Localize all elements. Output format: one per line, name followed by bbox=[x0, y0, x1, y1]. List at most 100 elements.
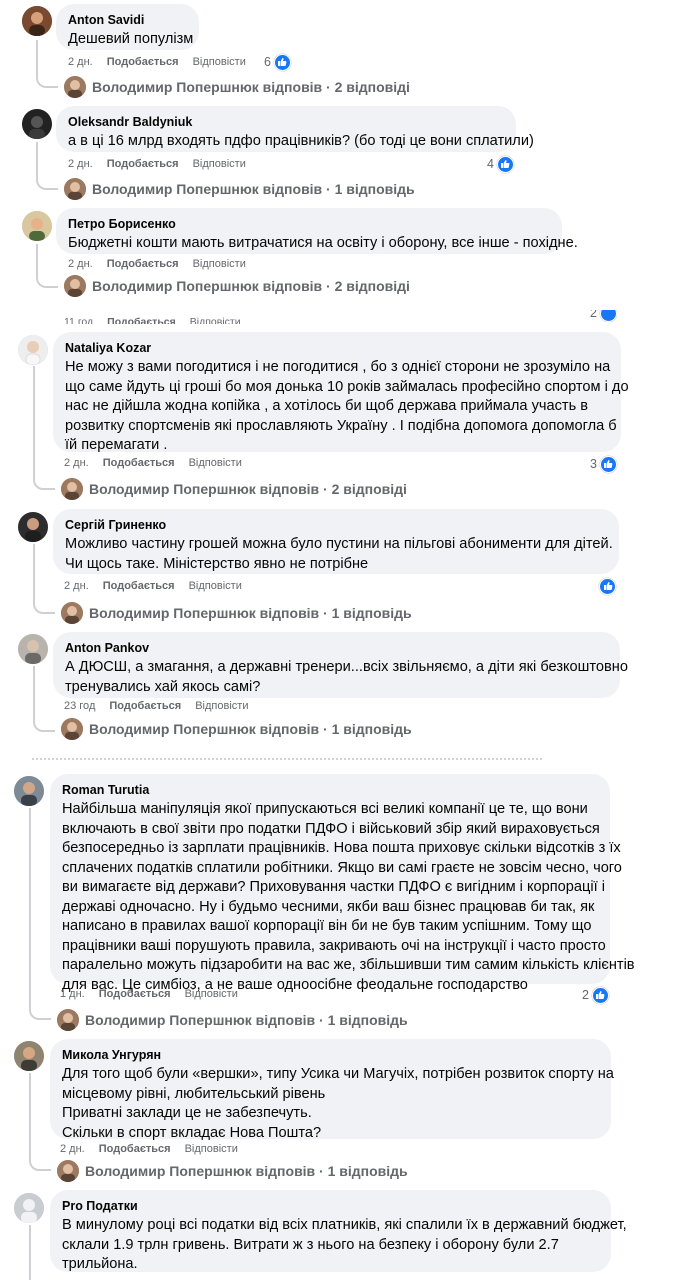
comment-line: включають в свої звіти про податки ПДФО … bbox=[62, 820, 600, 837]
reply-button[interactable]: Відповісти bbox=[185, 988, 238, 1000]
reaction-count[interactable] bbox=[599, 577, 616, 595]
comment-actions: 1 дн. Подобається Відповісти bbox=[60, 986, 252, 1002]
comment-bubble: Anton Pankov А ДЮСШ, а змагання, а держа… bbox=[53, 632, 628, 698]
avatar[interactable] bbox=[22, 6, 52, 36]
view-replies-link[interactable]: Володимир Попершнюк відповів · 2 відпові… bbox=[61, 478, 407, 500]
avatar[interactable] bbox=[18, 634, 48, 664]
section-divider bbox=[32, 752, 542, 762]
view-replies-label: Володимир Попершнюк відповів · 2 відпові… bbox=[92, 79, 410, 95]
reply-button[interactable]: Відповісти bbox=[193, 56, 246, 68]
comment-time[interactable]: 2 дн. bbox=[64, 457, 89, 469]
reaction-count[interactable]: 6 bbox=[264, 53, 291, 71]
profile-photo-icon bbox=[22, 109, 52, 139]
comment-time[interactable]: 2 дн. bbox=[64, 580, 89, 592]
avatar[interactable] bbox=[22, 211, 52, 241]
comment-line: а в ці 16 млрд входять пдфо працівників?… bbox=[68, 133, 534, 149]
view-replies-link[interactable]: Володимир Попершнюк відповів · 1 відпові… bbox=[57, 1009, 408, 1031]
replier-avatar bbox=[57, 1160, 79, 1182]
reply-button[interactable]: Відповісти bbox=[189, 457, 242, 469]
view-replies-label: Володимир Попершнюк відповів · 1 відпові… bbox=[89, 721, 412, 737]
comment-line: безпосередньо із зарплати працівників. Н… bbox=[62, 840, 621, 856]
thread-connector bbox=[36, 40, 58, 88]
reply-button[interactable]: Відповісти bbox=[185, 1143, 238, 1155]
avatar[interactable] bbox=[14, 776, 44, 806]
comment-time[interactable]: 2 дн. bbox=[68, 56, 93, 68]
avatar[interactable] bbox=[14, 1041, 44, 1071]
comment-line: Не можу з вами погодитися і не погодитис… bbox=[65, 359, 611, 375]
reply-button[interactable]: Відповісти bbox=[190, 316, 241, 324]
like-button[interactable]: Подобається bbox=[99, 988, 171, 1000]
view-replies-label: Володимир Попершнюк відповів · 1 відпові… bbox=[92, 181, 415, 197]
thread-connector bbox=[36, 244, 58, 288]
comment-bubble: Oleksandr Baldyniuk а в ці 16 млрд входя… bbox=[56, 106, 534, 152]
reply-button[interactable]: Відповісти bbox=[193, 258, 246, 270]
view-replies-label: Володимир Попершнюк відповів · 1 відпові… bbox=[85, 1163, 408, 1179]
reaction-count[interactable]: 4 bbox=[487, 155, 514, 173]
reply-button[interactable]: Відповісти bbox=[193, 158, 246, 170]
comment-bubble: Anton Savidi Дешевий популізм bbox=[56, 4, 199, 50]
like-button[interactable]: Подобається bbox=[107, 158, 179, 170]
comment-line: їй перемагати . bbox=[65, 437, 168, 453]
reaction-number: 2 bbox=[582, 988, 589, 1002]
avatar[interactable] bbox=[14, 1193, 44, 1223]
comment-author[interactable]: Roman Turutia bbox=[62, 782, 598, 798]
comment-author[interactable]: Anton Savidi bbox=[68, 12, 187, 28]
replier-avatar bbox=[64, 76, 86, 98]
view-replies-link[interactable]: Володимир Попершнюк відповів · 1 відпові… bbox=[61, 602, 412, 624]
comment-author[interactable]: Nataliya Kozar bbox=[65, 340, 609, 356]
comment-actions: 23 год Подобається Відповісти bbox=[64, 698, 262, 714]
comment-line: Найбільша маніпуляція якої припускаються… bbox=[62, 801, 588, 817]
like-button[interactable]: Подобається bbox=[109, 700, 181, 712]
reaction-count[interactable]: 3 bbox=[590, 455, 617, 473]
comment-time[interactable]: 2 дн. bbox=[68, 258, 93, 270]
comment-author[interactable]: Сергій Гриненко bbox=[65, 517, 607, 533]
comment-line: трильйона. bbox=[62, 1256, 138, 1272]
comment-line: працівники ваші порушують правила, закри… bbox=[62, 937, 606, 954]
comment-line: ви вимагаєте від держави? Приховування ч… bbox=[62, 879, 605, 895]
reaction-count[interactable]: 2 bbox=[590, 310, 617, 322]
comment-bubble: Pro Податки В минулому році всі податки … bbox=[50, 1190, 627, 1275]
comment-bubble: Nataliya Kozar Не можу з вами погодитися… bbox=[53, 332, 629, 453]
view-replies-label: Володимир Попершнюк відповів · 2 відпові… bbox=[89, 481, 407, 497]
replier-avatar bbox=[64, 178, 86, 200]
comment-line: сплачених податків сплатили робітники. Я… bbox=[62, 859, 622, 876]
comment-bubble: Roman Turutia Найбільша маніпуляція якої… bbox=[50, 774, 635, 993]
comment-author[interactable]: Петро Борисенко bbox=[68, 216, 550, 232]
comment-author[interactable]: Микола Унгурян bbox=[62, 1047, 599, 1063]
view-replies-link[interactable]: Володимир Попершнюк відповів · 2 відпові… bbox=[64, 76, 410, 98]
comment-time[interactable]: 23 год bbox=[64, 700, 95, 712]
comment-time[interactable]: 1 дн. bbox=[60, 988, 85, 1000]
thread-connector bbox=[33, 544, 55, 614]
profile-photo-icon bbox=[18, 512, 48, 542]
view-replies-link[interactable]: Володимир Попершнюк відповів · 2 відпові… bbox=[64, 275, 410, 297]
thread-connector bbox=[29, 808, 51, 1020]
like-button[interactable]: Подобається bbox=[107, 258, 179, 270]
like-button[interactable]: Подобається bbox=[103, 580, 175, 592]
avatar[interactable] bbox=[22, 109, 52, 139]
reaction-number: 3 bbox=[590, 457, 597, 471]
like-button[interactable]: Подобається bbox=[103, 457, 175, 469]
view-replies-label: Володимир Попершнюк відповів · 2 відпові… bbox=[92, 278, 410, 294]
like-button[interactable]: Подобається bbox=[107, 56, 179, 68]
thumbs-up-icon bbox=[496, 155, 514, 173]
replier-avatar bbox=[61, 602, 83, 624]
comment-time[interactable]: 11 год bbox=[64, 316, 93, 324]
view-replies-link[interactable]: Володимир Попершнюк відповів · 1 відпові… bbox=[57, 1160, 408, 1182]
avatar[interactable] bbox=[18, 512, 48, 542]
like-button[interactable]: Подобається bbox=[107, 316, 176, 324]
avatar[interactable] bbox=[18, 335, 48, 365]
comment-line: місцевому рівні, любительський рівень bbox=[62, 1085, 326, 1102]
reply-button[interactable]: Відповісти bbox=[189, 580, 242, 592]
comment-time[interactable]: 2 дн. bbox=[68, 158, 93, 170]
reply-button[interactable]: Відповісти bbox=[195, 700, 248, 712]
comment-author[interactable]: Pro Податки bbox=[62, 1198, 599, 1214]
reaction-count[interactable]: 2 bbox=[582, 986, 609, 1004]
comment-time[interactable]: 2 дн. bbox=[60, 1143, 85, 1155]
profile-photo-icon bbox=[18, 634, 48, 664]
comment-text: В минулому році всі податки від всіх пла… bbox=[62, 1216, 627, 1275]
comment-author[interactable]: Anton Pankov bbox=[65, 640, 608, 656]
like-button[interactable]: Подобається bbox=[99, 1143, 171, 1155]
view-replies-link[interactable]: Володимир Попершнюк відповів · 1 відпові… bbox=[64, 178, 415, 200]
comment-author[interactable]: Oleksandr Baldyniuk bbox=[68, 114, 504, 130]
view-replies-link[interactable]: Володимир Попершнюк відповів · 1 відпові… bbox=[61, 718, 412, 740]
